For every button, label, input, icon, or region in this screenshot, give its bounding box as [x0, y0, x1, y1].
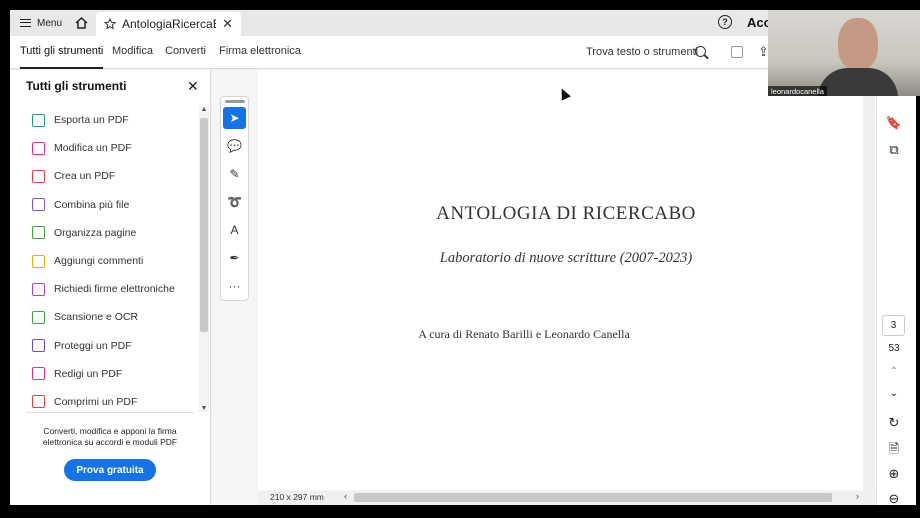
tool-item[interactable]: Aggiungi commenti: [10, 247, 198, 275]
tool-icon: [32, 198, 45, 212]
tool-item[interactable]: Organizza pagine: [10, 219, 198, 247]
promo-text: Converti, modifica e apponi la firma ele…: [42, 426, 178, 447]
panel-title: Tutti gli strumenti: [26, 79, 127, 93]
save-icon[interactable]: [731, 46, 743, 58]
tools-panel: Tutti gli strumenti ✕ Esporta un PDF Modi…: [10, 70, 211, 505]
tool-item[interactable]: Scansione e OCR: [10, 303, 198, 331]
zoom-in-icon[interactable]: ⊕: [877, 466, 911, 482]
close-tab-icon[interactable]: ✕: [222, 16, 233, 32]
tool-label: Organizza pagine: [54, 226, 137, 239]
tool-item[interactable]: Proteggi un PDF: [10, 332, 198, 360]
scroll-right-icon[interactable]: ›: [856, 491, 859, 501]
quick-tools-bar: ➤ 💬 ✎ ➰ A ✒ ···: [220, 96, 249, 301]
tool-label: Scansione e OCR: [54, 311, 139, 324]
sign-tool-icon[interactable]: ✒: [223, 247, 246, 269]
hamburger-icon: [20, 19, 31, 27]
doc-title: ANTOLOGIA DI RICERCABO: [436, 203, 696, 224]
scroll-left-icon[interactable]: ‹: [344, 491, 347, 501]
status-bar: 210 x 297 mm ‹ ›: [258, 491, 876, 505]
tool-icon: [32, 367, 45, 381]
highlight-tool-icon[interactable]: ✎: [223, 163, 246, 185]
tab-title: AntologiaRicercaBO...: [122, 17, 216, 31]
text-tool-icon[interactable]: A: [223, 219, 246, 241]
next-page-icon[interactable]: ⌄: [877, 388, 911, 399]
star-icon[interactable]: [104, 18, 116, 30]
tool-icon: [32, 395, 45, 409]
tool-icon: [32, 339, 45, 353]
panel-divider: [26, 412, 194, 413]
tab-edit[interactable]: Modifica: [112, 36, 153, 69]
search-icon[interactable]: [695, 46, 706, 57]
current-page-field[interactable]: 3: [882, 315, 905, 336]
webcam-overlay: leonardocanella: [768, 10, 920, 96]
tab-e-sign[interactable]: Firma elettronica: [219, 36, 301, 69]
help-icon[interactable]: ?: [718, 15, 732, 29]
doc-curators: A cura di Renato Barilli e Leonardo Cane…: [418, 327, 630, 341]
horizontal-scrollbar[interactable]: [354, 493, 832, 502]
home-button[interactable]: [68, 10, 94, 36]
tool-label: Modifica un PDF: [54, 142, 132, 155]
presenter-body: [818, 68, 898, 96]
rotate-icon[interactable]: ↻: [877, 415, 911, 431]
tool-label: Esporta un PDF: [54, 114, 129, 127]
find-text-button[interactable]: Trova testo o strumenti: [586, 46, 698, 58]
free-trial-button[interactable]: Prova gratuita: [64, 459, 156, 481]
pdf-page[interactable]: ANTOLOGIA DI RICERCABO Laboratorio di nu…: [258, 70, 874, 490]
vertical-scrollbar[interactable]: [863, 70, 875, 490]
tab-all-tools[interactable]: Tutti gli strumenti: [20, 36, 104, 69]
tool-icon: [32, 226, 45, 240]
tool-label: Redigi un PDF: [54, 367, 123, 380]
drag-handle[interactable]: [225, 100, 245, 103]
webcam-name-label: leonardocanella: [768, 86, 827, 96]
select-tool-icon[interactable]: ➤: [223, 107, 246, 129]
tool-item[interactable]: Esporta un PDF: [10, 106, 198, 134]
tool-label: Richiedi firme elettroniche: [54, 283, 175, 296]
panel-scrollbar[interactable]: ▲ ▼: [199, 106, 209, 412]
tool-item[interactable]: Comprimi un PDF: [10, 388, 198, 412]
tool-icon: [32, 310, 45, 324]
tool-label: Proteggi un PDF: [54, 339, 132, 352]
tab-convert[interactable]: Converti: [165, 36, 206, 69]
pages-icon[interactable]: ⧉: [877, 142, 911, 158]
tool-icon: [32, 254, 45, 268]
page-size-label: 210 x 297 mm: [270, 492, 324, 502]
menu-button[interactable]: Menu: [10, 10, 72, 36]
bookmark-icon[interactable]: 🔖: [877, 115, 911, 131]
tool-icon: [32, 113, 45, 127]
document-tab[interactable]: AntologiaRicercaBO... ✕: [96, 12, 241, 36]
tool-label: Combina più file: [54, 198, 130, 211]
comment-tool-icon[interactable]: 💬: [223, 135, 246, 157]
tool-icon: [32, 169, 45, 183]
tool-icon: [32, 282, 45, 296]
close-panel-icon[interactable]: ✕: [187, 78, 199, 95]
tool-item[interactable]: Redigi un PDF: [10, 360, 198, 388]
scroll-up-icon[interactable]: ▲: [199, 106, 209, 113]
home-icon: [74, 17, 88, 29]
page-fit-icon[interactable]: 🗎: [877, 440, 911, 462]
tool-label: Crea un PDF: [54, 170, 116, 183]
mouse-cursor-icon: [557, 86, 571, 101]
right-sidebar: 🔖 ⧉ 3 53 ⌃ ⌄ ↻ 🗎 ⊕ ⊖: [876, 70, 916, 505]
tool-item[interactable]: Combina più file: [10, 191, 198, 219]
zoom-out-icon[interactable]: ⊖: [877, 491, 911, 505]
total-pages: 53: [888, 343, 900, 354]
prev-page-icon[interactable]: ⌃: [877, 366, 911, 377]
tool-label: Aggiungi commenti: [54, 255, 144, 268]
menu-label: Menu: [37, 17, 63, 29]
tool-list: Esporta un PDF Modifica un PDF Crea un PDF…: [10, 106, 198, 412]
tool-item[interactable]: Richiedi firme elettroniche: [10, 275, 198, 303]
presenter-face: [838, 18, 878, 70]
draw-tool-icon[interactable]: ➰: [223, 191, 246, 213]
tool-icon: [32, 141, 45, 155]
document-area: ANTOLOGIA DI RICERCABO Laboratorio di nu…: [212, 70, 876, 505]
tool-item[interactable]: Modifica un PDF: [10, 134, 198, 162]
doc-subtitle: Laboratorio di nuove scritture (2007-202…: [439, 250, 693, 266]
tool-label: Comprimi un PDF: [54, 395, 138, 408]
more-tools-icon[interactable]: ···: [223, 275, 246, 297]
tool-item[interactable]: Crea un PDF: [10, 162, 198, 190]
scroll-down-icon[interactable]: ▼: [199, 405, 209, 412]
panel-scroll-thumb[interactable]: [200, 118, 208, 332]
